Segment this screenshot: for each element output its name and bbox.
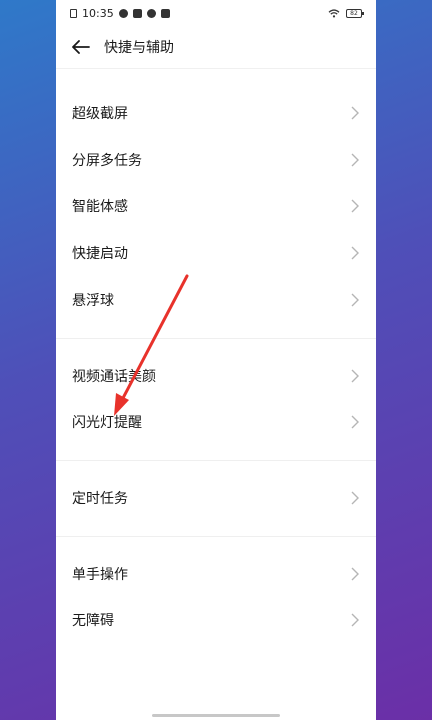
- chevron-right-icon: [350, 106, 360, 120]
- list-item[interactable]: 快捷启动: [56, 230, 376, 276]
- list-item[interactable]: 分屏多任务: [56, 137, 376, 183]
- list-item-label: 视频通话美颜: [72, 369, 156, 385]
- wifi-icon: [328, 8, 340, 17]
- file-icon: [70, 8, 77, 18]
- section-divider: [56, 460, 376, 461]
- page-title: 快捷与辅助: [104, 40, 174, 56]
- list-item-label: 定时任务: [72, 491, 128, 507]
- list-item[interactable]: 单手操作: [56, 551, 376, 597]
- chevron-right-icon: [350, 613, 360, 627]
- status-time: 10:35: [82, 6, 114, 20]
- chevron-right-icon: [350, 567, 360, 581]
- app-icon: [160, 8, 170, 18]
- list-item-label: 智能体感: [72, 199, 128, 215]
- chevron-right-icon: [350, 246, 360, 260]
- battery-icon: 82: [346, 8, 364, 18]
- chevron-right-icon: [350, 199, 360, 213]
- list-item[interactable]: 无障碍: [56, 597, 376, 643]
- list-item[interactable]: 定时任务: [56, 475, 376, 521]
- home-indicator: [152, 714, 280, 717]
- list-item[interactable]: 超级截屏: [56, 90, 376, 136]
- list-item-label: 悬浮球: [72, 293, 114, 309]
- list-item-label: 分屏多任务: [72, 153, 142, 169]
- chevron-right-icon: [350, 491, 360, 505]
- section-divider: [56, 338, 376, 339]
- app-icon: [146, 8, 156, 18]
- back-arrow-icon[interactable]: [72, 38, 90, 56]
- section-divider: [56, 536, 376, 537]
- app-icon: [132, 8, 142, 18]
- list-item[interactable]: 视频通话美颜: [56, 353, 376, 399]
- top-app-bar: 快捷与辅助: [56, 26, 376, 69]
- list-item-label: 单手操作: [72, 567, 128, 583]
- phone-screen: 10:35 82 快捷与辅助 超级截屏 分屏多任务 智能体感 快捷启动 悬浮球 …: [56, 0, 376, 720]
- chevron-right-icon: [350, 369, 360, 383]
- status-bar: 10:35 82: [56, 0, 376, 26]
- list-item[interactable]: 闪光灯提醒: [56, 399, 376, 445]
- status-right: 82: [328, 8, 364, 18]
- status-left: 10:35: [70, 7, 170, 20]
- list-item-label: 快捷启动: [72, 246, 128, 262]
- chevron-right-icon: [350, 293, 360, 307]
- chevron-right-icon: [350, 415, 360, 429]
- list-item-label: 闪光灯提醒: [72, 415, 142, 431]
- list-item[interactable]: 智能体感: [56, 183, 376, 229]
- app-icon: [118, 8, 128, 18]
- chevron-right-icon: [350, 153, 360, 167]
- list-item-label: 超级截屏: [72, 106, 128, 122]
- list-item-label: 无障碍: [72, 613, 114, 629]
- list-item[interactable]: 悬浮球: [56, 277, 376, 323]
